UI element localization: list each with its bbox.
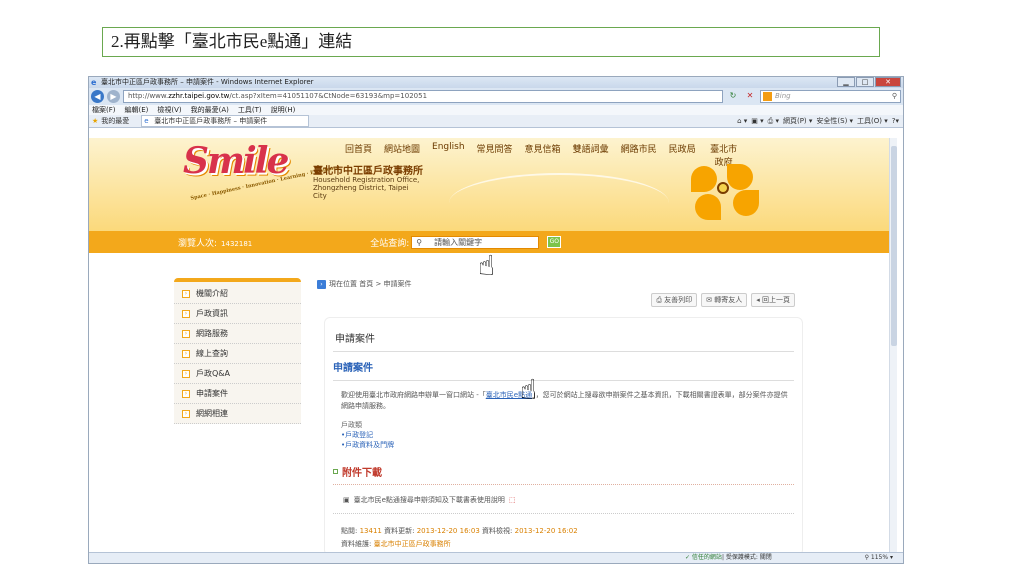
page-tools: ⎙ 友善列印 ✉ 轉寄友人 ◂ 回上一頁 bbox=[651, 293, 795, 307]
arrow-icon: › bbox=[182, 350, 190, 358]
sidebar-item-query[interactable]: › 線上查詢 bbox=[174, 344, 301, 364]
hand-cursor-icon: ☝ bbox=[478, 249, 496, 282]
title-bar: e 臺北市中正區戶政事務所 – 申請案件 - Windows Internet … bbox=[89, 77, 903, 88]
arrow-icon: › bbox=[182, 390, 190, 398]
arrow-icon: › bbox=[182, 330, 190, 338]
visit-counter: 瀏覽人次: 1432181 bbox=[178, 238, 253, 249]
favorites-label[interactable]: 我的最愛 bbox=[101, 115, 129, 128]
search-input[interactable]: Bing ⚲ bbox=[760, 90, 901, 103]
sidebar-item-applications[interactable]: › 申請案件 bbox=[174, 384, 301, 404]
hand-cursor-icon: ☝ bbox=[520, 373, 538, 406]
menu-bar: 檔案(F) 編輯(E) 檢視(V) 我的最愛(A) 工具(T) 說明(H) bbox=[89, 105, 903, 115]
print-button[interactable]: ⎙ 友善列印 bbox=[651, 293, 698, 307]
attachments-heading: 附件下載 bbox=[333, 464, 794, 485]
site-search-input[interactable]: ⚲ 請輸入關鍵字 bbox=[411, 235, 540, 249]
nav-sitemap[interactable]: 網站地圖 bbox=[384, 142, 420, 168]
link-household-registration[interactable]: •戶政登記 bbox=[333, 430, 794, 440]
menu-favorites[interactable]: 我的最愛(A) bbox=[191, 105, 229, 115]
command-bar: ⌂ ▾ ▣ ▾ ⎙ ▾ 網頁(P) ▾ 安全性(S) ▾ 工具(O) ▾ ?▾ bbox=[737, 115, 899, 128]
pdf-icon: ⬚ bbox=[508, 496, 516, 504]
refresh-icon[interactable]: ↻ bbox=[726, 91, 740, 103]
arrow-icon: › bbox=[182, 410, 190, 418]
close-button[interactable]: ✕ bbox=[875, 77, 901, 87]
sidebar-item-about[interactable]: › 機關介紹 bbox=[174, 284, 301, 304]
forward-friend-button[interactable]: ✉ 轉寄友人 bbox=[701, 293, 748, 307]
nav-faq[interactable]: 常見問答 bbox=[477, 142, 513, 168]
decorative-swirl bbox=[449, 173, 669, 231]
search-icon[interactable]: ⚲ bbox=[892, 91, 897, 102]
meta-line: 點閱: 13411 資料更新: 2013-12-20 16:03 資料檢視: 2… bbox=[341, 527, 578, 535]
zoom-control[interactable]: ⚲ 115% ▾ bbox=[865, 553, 893, 563]
address-bar: ◀ ▶ http://www.zzhr.taipei.gov.tw/ct.asp… bbox=[89, 88, 903, 105]
nav-bilingual[interactable]: 雙語詞彙 bbox=[573, 142, 609, 168]
arrow-icon: › bbox=[182, 370, 190, 378]
url-field[interactable]: http://www.zzhr.taipei.gov.tw/ct.asp?xIt… bbox=[123, 90, 723, 103]
intro-text: 歡迎使用臺北市政府網路申辦單一窗口網站 -「臺北市民e點通」，您可於網站上搜尋欲… bbox=[341, 391, 788, 410]
search-icon: ⚲ bbox=[416, 237, 423, 247]
tab-title: 臺北市中正區戶政事務所 – 申請案件 bbox=[154, 117, 268, 125]
cmd-page[interactable]: 網頁(P) ▾ bbox=[783, 115, 812, 128]
site-search-label: 全站查詢: bbox=[370, 238, 410, 249]
back-button[interactable]: ◀ bbox=[91, 90, 104, 103]
cmd-safety[interactable]: 安全性(S) ▾ bbox=[816, 115, 853, 128]
meta-source: 資料維護: 臺北市中正區戶政事務所 bbox=[341, 540, 451, 548]
location-icon: › bbox=[317, 279, 326, 289]
flower-graphic bbox=[677, 160, 777, 220]
arrow-icon: › bbox=[182, 310, 190, 318]
nav-english[interactable]: English bbox=[432, 142, 465, 168]
security-zone: ✓ 信任的網站| 受保護模式: 關閉 bbox=[685, 554, 772, 561]
cmd-tools[interactable]: 工具(O) ▾ bbox=[857, 115, 888, 128]
favorites-bar: ★ 我的最愛 e 臺北市中正區戶政事務所 – 申請案件 ⌂ ▾ ▣ ▾ ⎙ ▾ 網… bbox=[89, 115, 903, 128]
page-viewport: Smile Space · Happiness · Innovation · Le… bbox=[89, 138, 897, 556]
link-household-data[interactable]: •戶政資料及門牌 bbox=[333, 440, 794, 450]
nav-mailbox[interactable]: 意見信箱 bbox=[525, 142, 561, 168]
vertical-scrollbar[interactable] bbox=[889, 138, 897, 554]
page-icon: e bbox=[144, 117, 149, 125]
favorites-star-icon[interactable]: ★ bbox=[92, 115, 98, 128]
page-title: 申請案件 bbox=[333, 324, 794, 352]
site-name-en: Household Registration Office, Zhongzhen… bbox=[313, 176, 420, 200]
download-icon: ▣ bbox=[343, 496, 350, 504]
menu-help[interactable]: 說明(H) bbox=[271, 105, 296, 115]
arrow-icon: › bbox=[182, 290, 190, 298]
sidebar-item-faq[interactable]: › 戶政Q&A bbox=[174, 364, 301, 384]
nav-home[interactable]: 回首頁 bbox=[345, 142, 372, 168]
browser-tab[interactable]: e 臺北市中正區戶政事務所 – 申請案件 bbox=[141, 115, 310, 127]
ie-icon: e bbox=[91, 78, 97, 87]
bing-icon bbox=[763, 92, 772, 101]
main-content: › 現在位置 首頁 > 申請案件 ⎙ 友善列印 ✉ 轉寄友人 ◂ 回上一頁 申請案… bbox=[317, 279, 805, 556]
breadcrumb: › 現在位置 首頁 > 申請案件 bbox=[317, 279, 805, 289]
sidebar-item-links[interactable]: › 網網相連 bbox=[174, 404, 301, 424]
section-heading: 申請案件 bbox=[333, 359, 794, 381]
cmd-help[interactable]: ?▾ bbox=[892, 115, 899, 128]
status-bar: ✓ 信任的網站| 受保護模式: 關閉 ⚲ 115% ▾ bbox=[89, 552, 903, 563]
cmd-print-icon[interactable]: ⎙ ▾ bbox=[768, 115, 779, 128]
attachment-item[interactable]: ▣ 臺北市民e點通搜尋申辦須知及下載書表使用說明 ⬚ bbox=[333, 495, 794, 514]
visit-count: 1432181 bbox=[221, 239, 253, 248]
browser-window: e 臺北市中正區戶政事務所 – 申請案件 - Windows Internet … bbox=[88, 76, 904, 564]
maximize-button[interactable]: □ bbox=[856, 77, 874, 87]
category-label: 戶政類 bbox=[341, 421, 362, 429]
site-logo[interactable]: Smile Space · Happiness · Innovation · Le… bbox=[183, 140, 340, 202]
forward-button[interactable]: ▶ bbox=[107, 90, 120, 103]
window-title: 臺北市中正區戶政事務所 – 申請案件 - Windows Internet Ex… bbox=[101, 78, 314, 86]
sidebar: › 機關介紹 › 戶政資訊 › 網路服務 › 線上查詢 › 戶政Q&A › 申請案件 › 網網… bbox=[174, 278, 301, 424]
menu-edit[interactable]: 編輯(E) bbox=[125, 105, 149, 115]
menu-tools[interactable]: 工具(T) bbox=[238, 105, 262, 115]
cmd-feeds-icon[interactable]: ▣ ▾ bbox=[751, 115, 763, 128]
back-page-button[interactable]: ◂ 回上一頁 bbox=[751, 293, 795, 307]
menu-view[interactable]: 檢視(V) bbox=[157, 105, 181, 115]
sidebar-item-online-service[interactable]: › 網路服務 bbox=[174, 324, 301, 344]
square-icon bbox=[333, 469, 338, 474]
content-panel: 申請案件 申請案件 歡迎使用臺北市政府網路申辦單一窗口網站 -「臺北市民e點通」… bbox=[324, 317, 803, 556]
site-search-go-button[interactable]: GO bbox=[547, 236, 562, 248]
cmd-home-icon[interactable]: ⌂ ▾ bbox=[737, 115, 747, 128]
site-banner: Smile Space · Happiness · Innovation · Le… bbox=[89, 138, 897, 231]
step-caption: 2.再點擊「臺北市民e點通」連結 bbox=[102, 27, 880, 57]
menu-file[interactable]: 檔案(F) bbox=[92, 105, 116, 115]
sidebar-item-info[interactable]: › 戶政資訊 bbox=[174, 304, 301, 324]
stop-icon[interactable]: ✕ bbox=[743, 91, 757, 103]
nav-citizen[interactable]: 網路市民 bbox=[621, 142, 657, 168]
minimize-button[interactable]: ▁ bbox=[837, 77, 855, 87]
